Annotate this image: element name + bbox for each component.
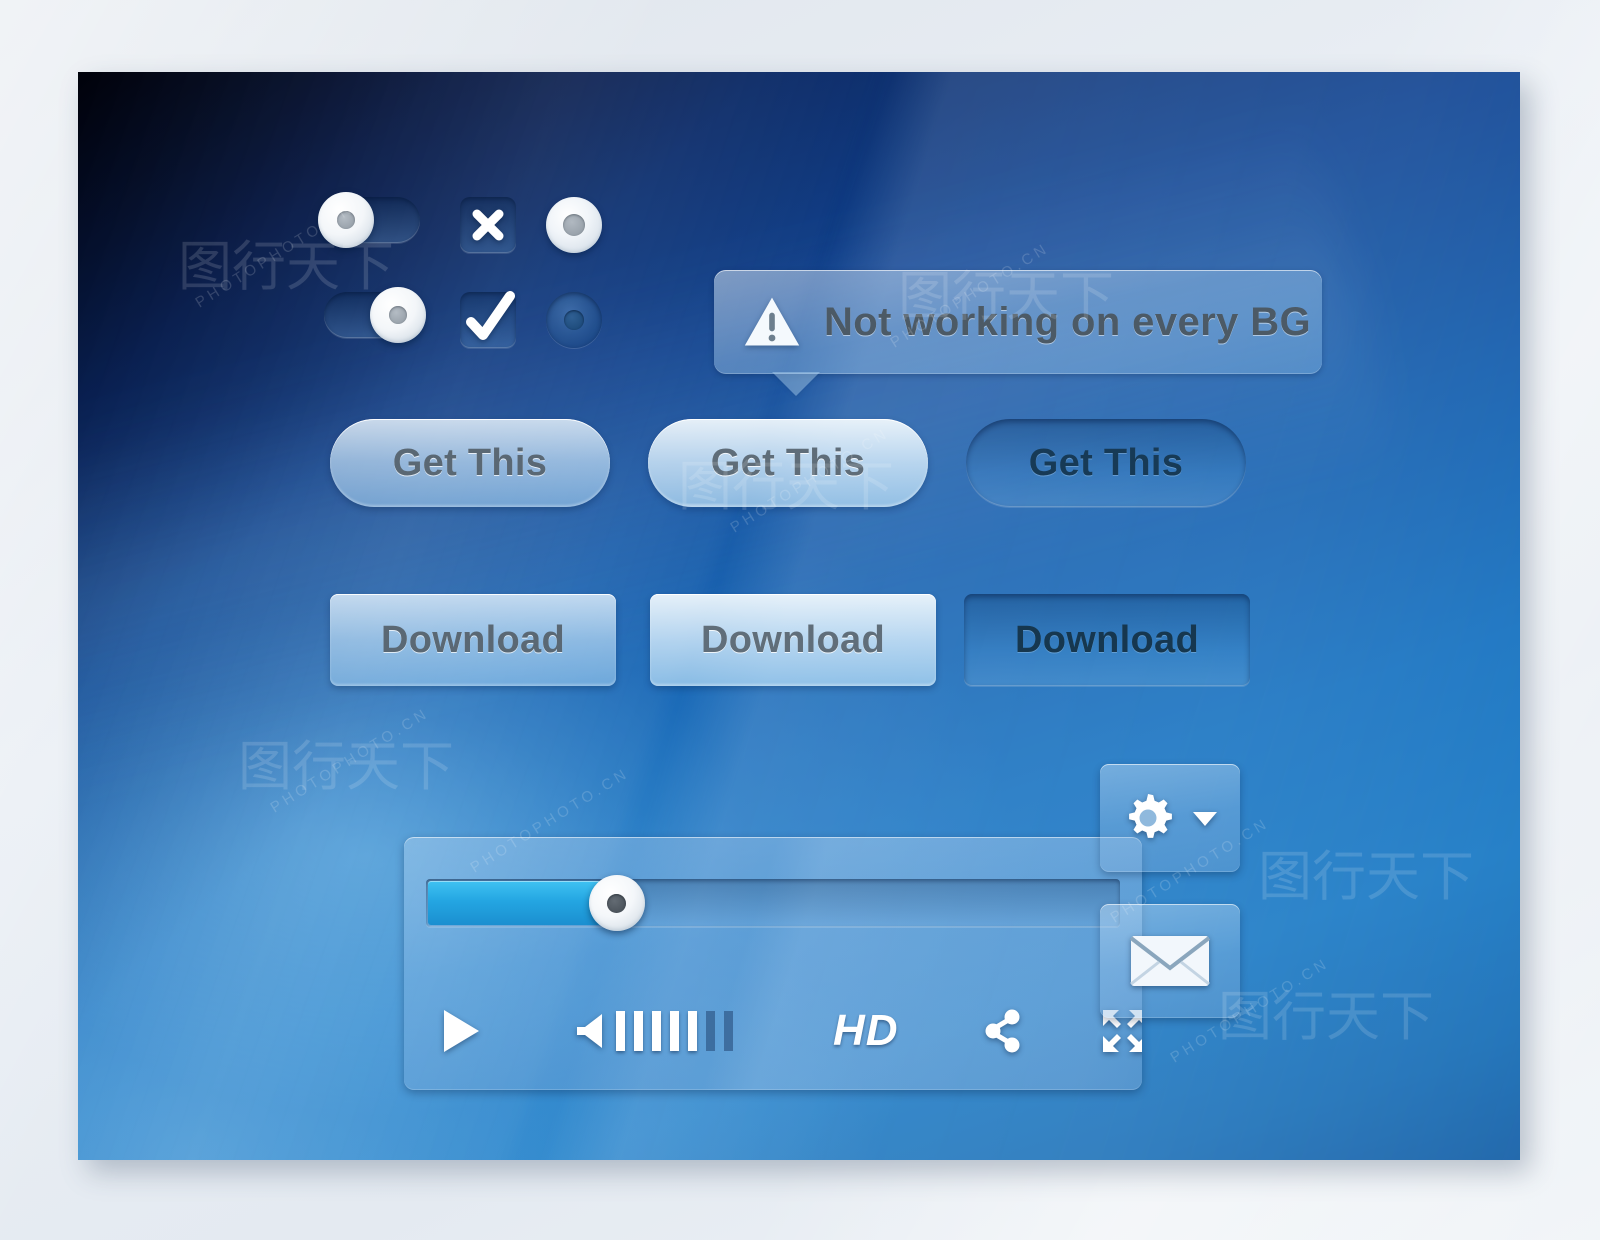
play-icon <box>444 1010 479 1052</box>
button-label: Download <box>381 618 565 661</box>
tooltip-tail <box>772 372 820 396</box>
gear-icon <box>1129 794 1172 838</box>
cross-icon <box>472 209 504 241</box>
button-label: Get This <box>1028 441 1184 484</box>
player-controls-bar: HD <box>404 972 1142 1090</box>
volume-bar[interactable] <box>688 1011 697 1051</box>
volume-bar[interactable] <box>670 1011 679 1051</box>
chevron-down-icon <box>1193 812 1217 826</box>
button-label: Download <box>1015 618 1199 661</box>
radio-button-selected[interactable] <box>546 197 602 253</box>
settings-button[interactable] <box>1100 764 1240 872</box>
share-button[interactable] <box>985 1009 1021 1053</box>
toggle-knob[interactable] <box>370 287 426 343</box>
button-label: Download <box>701 618 885 661</box>
volume-bar[interactable] <box>616 1011 625 1051</box>
volume-level-bars[interactable] <box>616 1011 733 1051</box>
play-button[interactable] <box>440 1007 482 1055</box>
progress-bar-fill <box>428 881 601 925</box>
watermark-cn: 图行天下 <box>1258 847 1474 907</box>
volume-bar[interactable] <box>724 1011 733 1051</box>
media-player-panel: HD <box>404 837 1142 1090</box>
toggle-switch-off[interactable] <box>318 192 420 248</box>
radio-button-unselected[interactable] <box>546 292 602 348</box>
get-this-button-normal[interactable]: Get This <box>330 419 610 507</box>
speaker-icon <box>577 1014 602 1048</box>
mail-button[interactable] <box>1100 904 1240 1018</box>
envelope-icon <box>1129 936 1211 986</box>
button-label: Get This <box>392 441 548 484</box>
checkmark-icon <box>466 291 515 340</box>
volume-bar[interactable] <box>634 1011 643 1051</box>
progress-bar-handle[interactable] <box>588 875 645 931</box>
tooltip-text: Not working on every BG <box>824 299 1312 344</box>
hd-toggle-button[interactable]: HD <box>833 1006 899 1056</box>
download-button-pressed[interactable]: Download <box>964 594 1250 686</box>
get-this-button-pressed[interactable]: Get This <box>966 419 1246 507</box>
warning-triangle-icon <box>744 297 800 346</box>
progress-bar-track[interactable] <box>426 875 1120 931</box>
download-button-hover[interactable]: Download <box>650 594 936 686</box>
button-label: Get This <box>710 441 866 484</box>
volume-bar[interactable] <box>652 1011 661 1051</box>
checkbox-checked[interactable] <box>460 291 516 348</box>
get-this-button-hover[interactable]: Get This <box>648 419 928 507</box>
ui-kit-canvas: Not working on every BG Get This Get Thi… <box>78 72 1520 1160</box>
checkbox-unchecked[interactable] <box>460 197 516 253</box>
volume-bar[interactable] <box>706 1011 715 1051</box>
volume-button[interactable] <box>574 1011 606 1051</box>
toggle-knob[interactable] <box>318 192 374 248</box>
tooltip-callout: Not working on every BG <box>714 270 1322 396</box>
watermark-text: PHOTOPHOTO.CN <box>267 704 433 817</box>
watermark-cn: 图行天下 <box>1218 987 1434 1047</box>
toggle-switch-on[interactable] <box>324 287 426 343</box>
share-icon <box>985 1009 1020 1053</box>
watermark-cn: 图行天下 <box>238 737 454 797</box>
download-button-normal[interactable]: Download <box>330 594 616 686</box>
